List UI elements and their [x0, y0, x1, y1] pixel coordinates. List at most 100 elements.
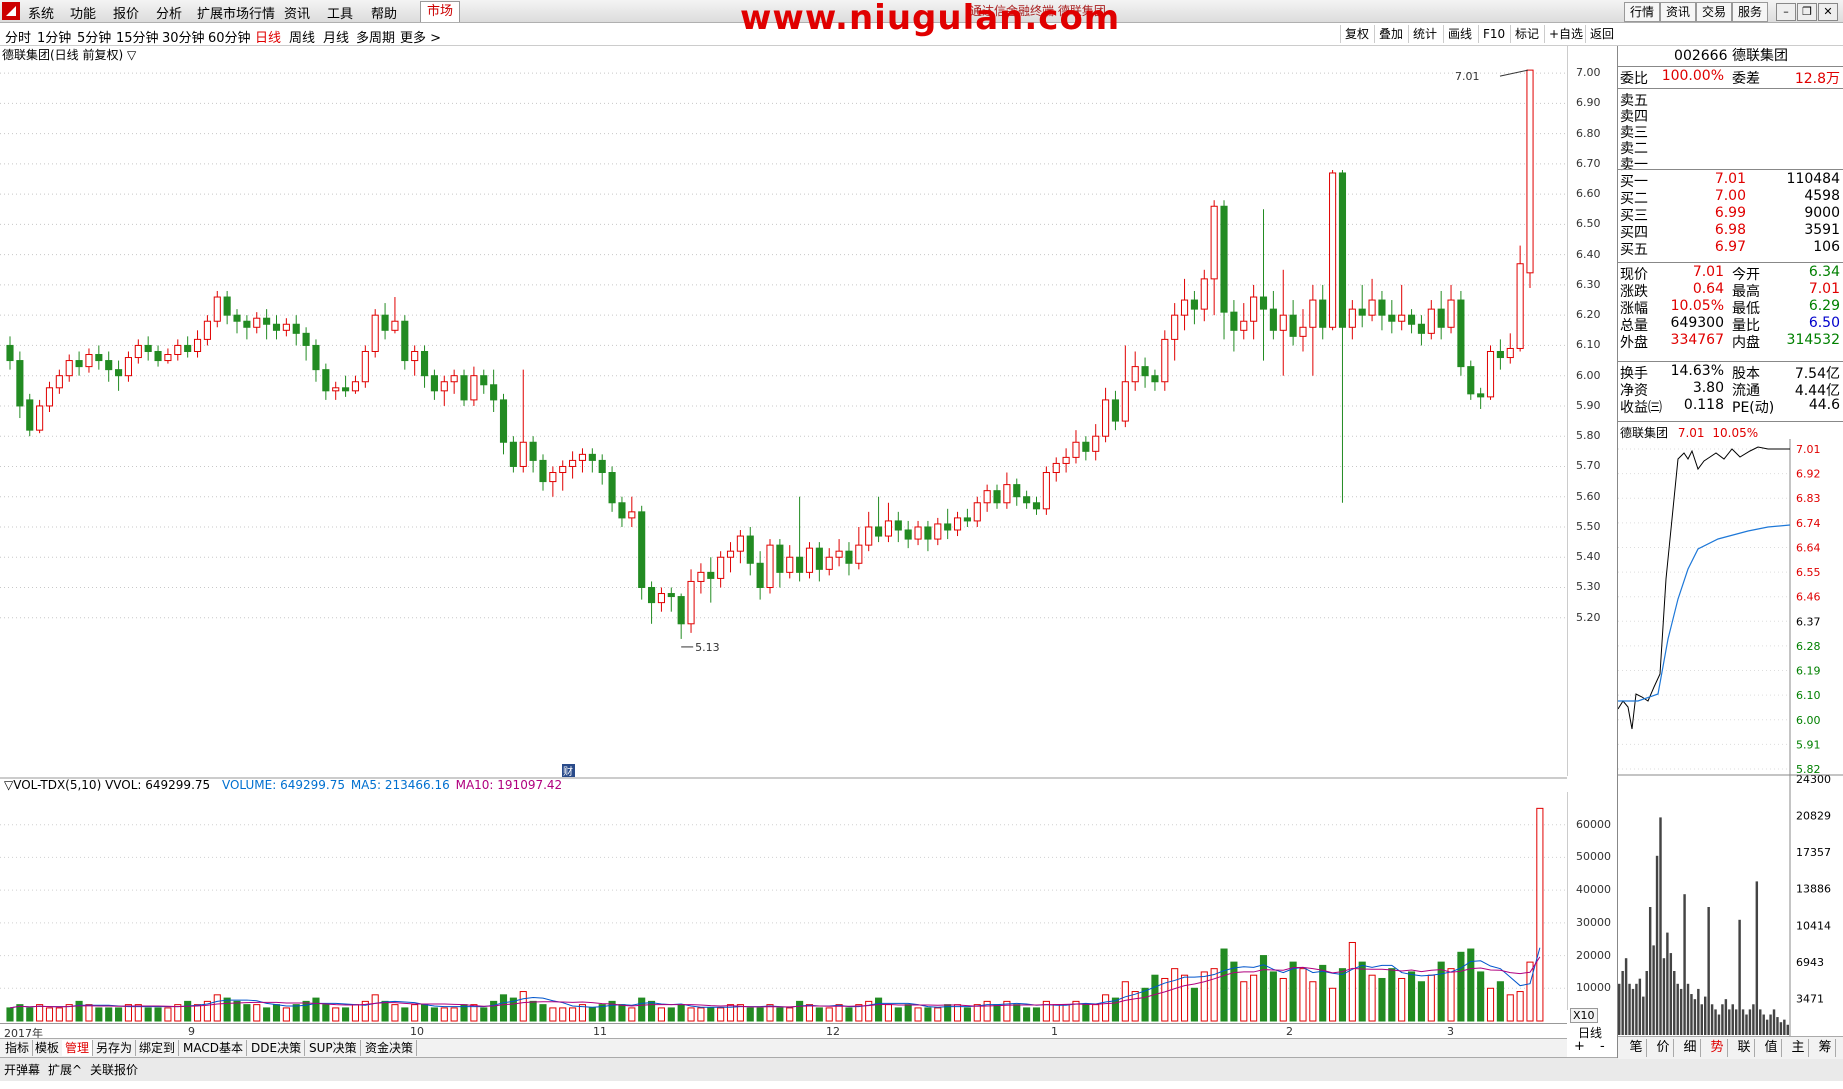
period-more[interactable]: 更多 >	[400, 27, 441, 46]
candle-body	[164, 354, 172, 362]
volume-bar	[282, 1007, 290, 1022]
candle-body	[1190, 299, 1198, 310]
candle-body	[1230, 311, 1238, 331]
back-button[interactable]: 返回	[1585, 25, 1618, 43]
adjust-button[interactable]: 复权	[1340, 25, 1373, 43]
quote-tab[interactable]: 价	[1653, 1039, 1674, 1057]
tab-fund[interactable]: 资金决策	[362, 1040, 418, 1056]
period-30min[interactable]: 30分钟	[162, 27, 205, 46]
bid-price: 7.01	[1714, 171, 1746, 187]
menu-system[interactable]: 系统	[28, 3, 54, 22]
menu-help[interactable]: 帮助	[371, 3, 397, 22]
period-daily[interactable]: 日线	[255, 27, 281, 46]
menu-analysis[interactable]: 分析	[156, 3, 182, 22]
mini-volume-bar	[1652, 945, 1655, 1035]
tab-template[interactable]: 模板	[32, 1040, 64, 1056]
quote-tab[interactable]: 势	[1707, 1039, 1728, 1057]
close-icon[interactable]: ✕	[1818, 3, 1838, 21]
period-weekly[interactable]: 周线	[289, 27, 315, 46]
price-axis-label: 5.60	[1576, 489, 1601, 503]
candle-body	[786, 556, 794, 573]
mini-price-label: 6.10	[1796, 689, 1821, 702]
quote-button[interactable]: 行情	[1624, 2, 1660, 22]
period-5min[interactable]: 5分钟	[77, 27, 111, 46]
minimize-icon[interactable]: –	[1776, 3, 1796, 21]
draw-button[interactable]: 画线	[1443, 25, 1476, 43]
overlay-button[interactable]: 叠加	[1374, 25, 1407, 43]
menu-news[interactable]: 资讯	[284, 3, 310, 22]
candle-body	[569, 459, 577, 467]
period-15min[interactable]: 15分钟	[116, 27, 159, 46]
volume-unit: X10	[1570, 1008, 1598, 1023]
mini-volume-bar	[1662, 958, 1666, 1035]
period-tick[interactable]: 分时	[5, 27, 31, 46]
volume-bar	[1190, 987, 1198, 1022]
volume-bar	[1348, 941, 1356, 1022]
tab-indicator[interactable]: 指标	[2, 1040, 34, 1056]
candle-body	[16, 360, 24, 407]
mini-volume-bar	[1707, 907, 1710, 1035]
period-monthly[interactable]: 月线	[323, 27, 349, 46]
mini-volume-bar	[1669, 953, 1673, 1035]
menu-ext-market[interactable]: 扩展市场行情	[197, 3, 275, 22]
quote-tab[interactable]: 值	[1761, 1039, 1782, 1057]
high-marker-label: 7.01	[1455, 70, 1480, 83]
menu-tools[interactable]: 工具	[327, 3, 353, 22]
bid-vol: 9000	[1804, 205, 1840, 221]
period-1min[interactable]: 1分钟	[37, 27, 71, 46]
kline-chart[interactable]: 7.01 5.13 财	[0, 46, 1567, 1023]
menu-function[interactable]: 功能	[70, 3, 96, 22]
volume-bar	[845, 1007, 853, 1022]
volume-bar	[1309, 981, 1317, 1022]
finance-marker-label: 财	[563, 765, 573, 778]
period-60min[interactable]: 60分钟	[208, 27, 251, 46]
quote-tab[interactable]: 联	[1734, 1039, 1755, 1057]
quote-tab[interactable]: 笔	[1626, 1039, 1647, 1057]
add-watchlist-button[interactable]: +自选	[1544, 25, 1587, 43]
zoom-in-icon[interactable]: +	[1574, 1039, 1585, 1054]
trade-button[interactable]: 交易	[1696, 2, 1732, 22]
volume-bar	[450, 1007, 458, 1022]
candle-body	[1437, 308, 1445, 328]
stats-button[interactable]: 统计	[1408, 25, 1441, 43]
volume-bar	[697, 1007, 705, 1022]
tab-bind[interactable]: 绑定到	[136, 1040, 180, 1056]
volume-bar	[1477, 971, 1485, 1022]
candle-body	[1092, 435, 1100, 452]
mini-price-label: 6.74	[1796, 517, 1821, 530]
volume-bar	[144, 1007, 152, 1022]
volume-bar	[1240, 981, 1248, 1022]
news-button[interactable]: 资讯	[1660, 2, 1696, 22]
stat-v: 0.64	[1692, 281, 1724, 297]
candle-body	[1161, 338, 1169, 383]
volume-bar	[440, 1007, 448, 1022]
candle-body	[509, 441, 517, 467]
f10-button[interactable]: F10	[1478, 25, 1509, 43]
period-multi[interactable]: 多周期	[356, 27, 395, 46]
zoom-out-icon[interactable]: -	[1600, 1039, 1605, 1054]
danmaku-button[interactable]: 开弹幕	[4, 1061, 40, 1078]
candle-body	[1220, 205, 1228, 313]
tab-manage[interactable]: 管理	[62, 1040, 94, 1056]
candle-body	[1368, 299, 1376, 316]
quote-tab[interactable]: 主	[1788, 1039, 1809, 1057]
restore-icon[interactable]: ❐	[1797, 3, 1817, 21]
intraday-mini-chart[interactable]: 7.01 6.92 6.83 6.74 6.64 6.55 6.46 6.37 6.28 6.19…	[1618, 439, 1843, 1089]
tab-save-as[interactable]: 另存为	[93, 1040, 137, 1056]
mark-button[interactable]: 标记	[1510, 25, 1543, 43]
price-axis-label: 6.80	[1576, 126, 1601, 140]
quote-tab[interactable]: 细	[1680, 1039, 1701, 1057]
menu-quote[interactable]: 报价	[113, 3, 139, 22]
tab-macd[interactable]: MACD基本	[180, 1040, 247, 1056]
volume-bar	[1338, 968, 1347, 1022]
candle-body	[796, 556, 804, 573]
extend-button[interactable]: 扩展^	[48, 1061, 82, 1078]
volume-bar	[184, 1000, 192, 1022]
linked-quote-button[interactable]: 关联报价	[90, 1061, 138, 1078]
quote-tab[interactable]: 筹	[1815, 1039, 1836, 1057]
service-button[interactable]: 服务	[1732, 2, 1768, 22]
tab-sup[interactable]: SUP决策	[306, 1040, 361, 1056]
menu-market[interactable]: 市场	[420, 1, 461, 22]
tab-dde[interactable]: DDE决策	[248, 1040, 306, 1056]
mini-volume-bar	[1769, 1014, 1772, 1035]
